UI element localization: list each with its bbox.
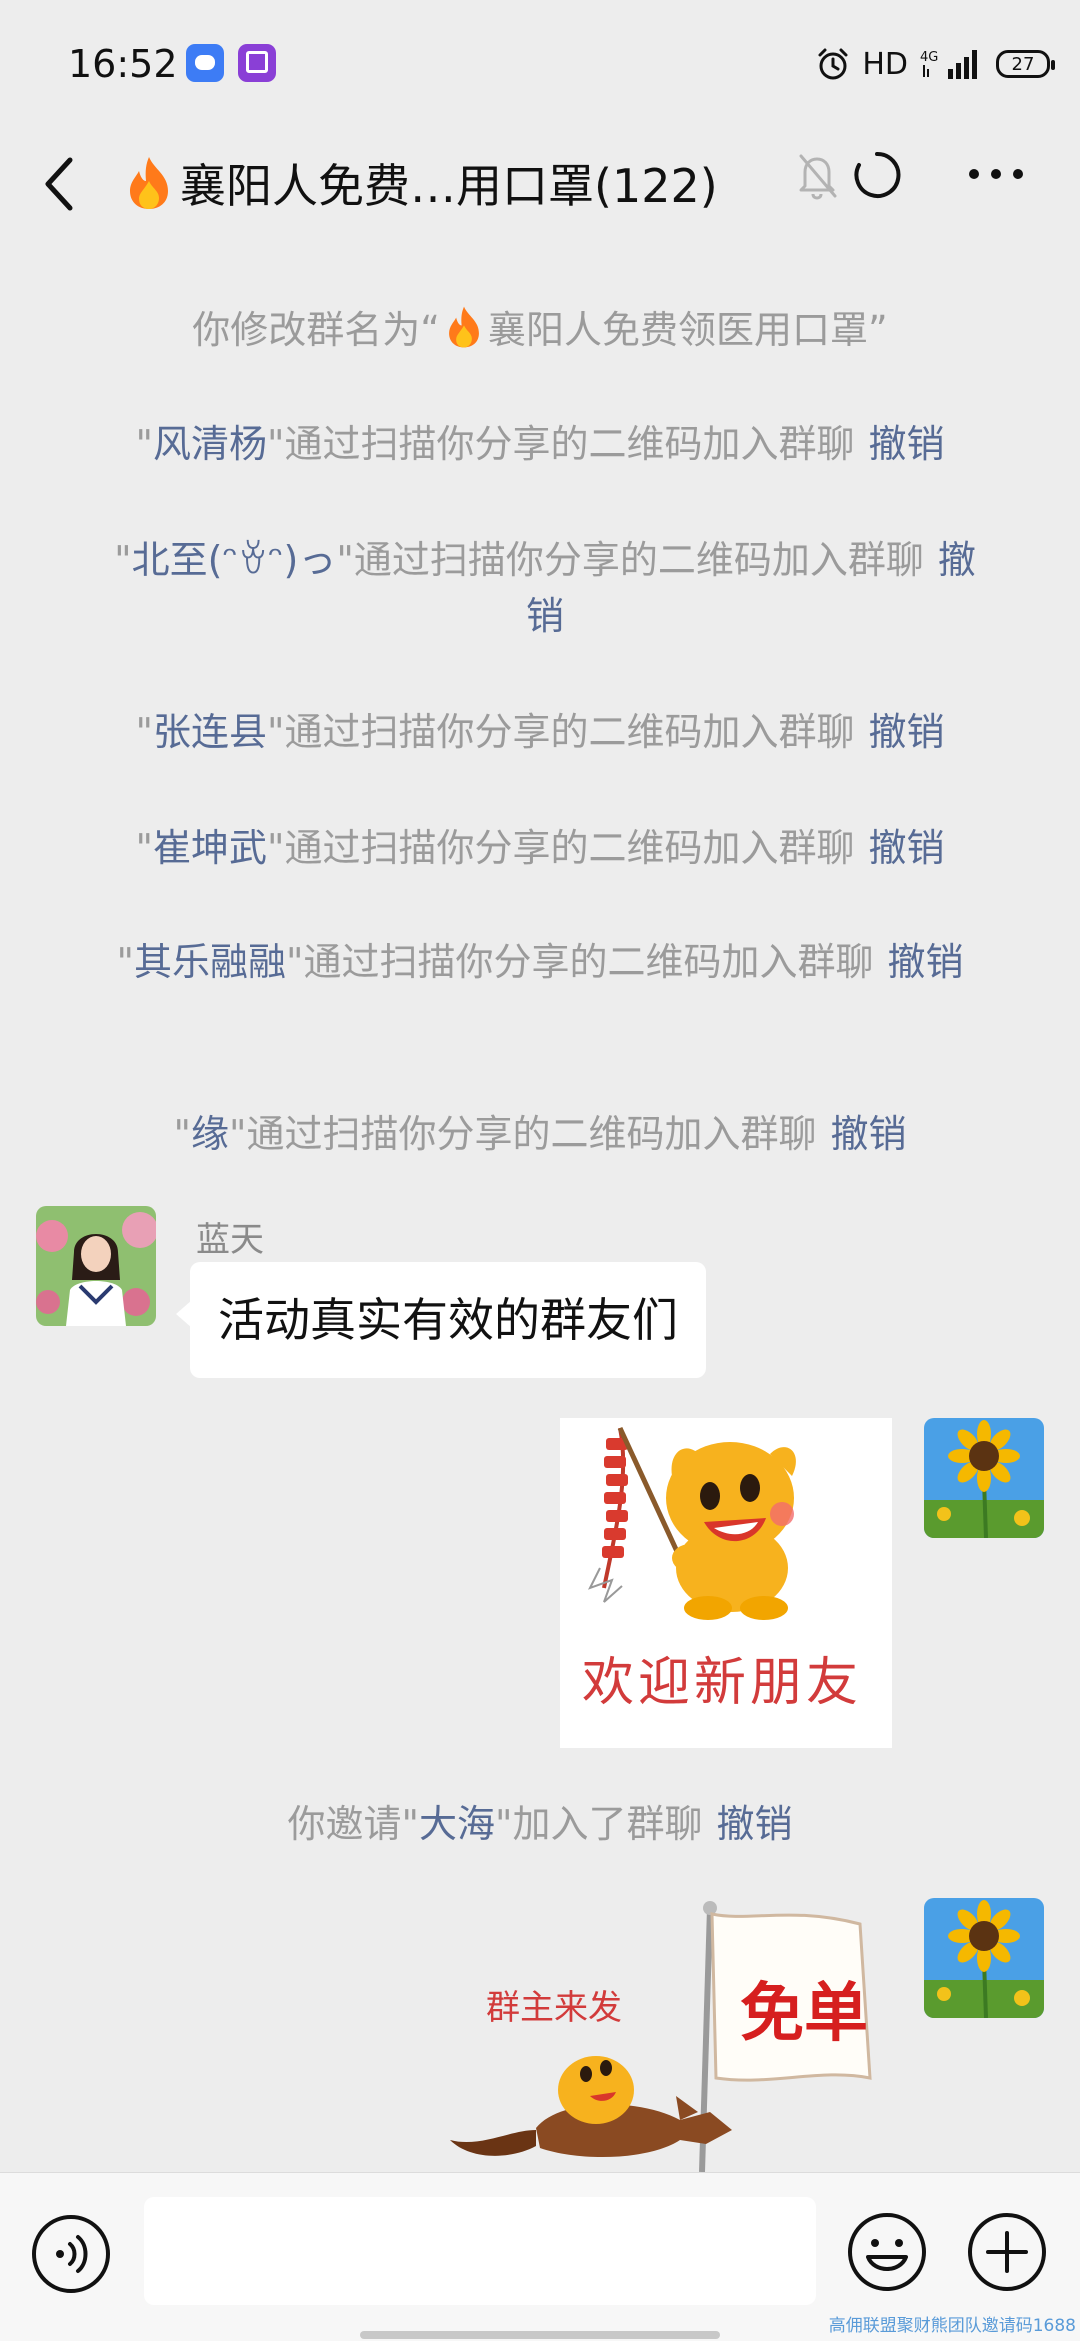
fire-icon [449, 306, 479, 348]
status-indicators: HD 4G 27 [816, 44, 1055, 84]
revoke-link[interactable]: 撤销 [830, 1112, 906, 1156]
plus-icon[interactable] [966, 2211, 1048, 2293]
status-time: 16:52 [68, 42, 178, 86]
hd-indicator: HD [862, 46, 908, 82]
mute-bell-icon [799, 154, 837, 200]
revoke-link[interactable]: 撤销 [868, 422, 944, 466]
sticker-flag-text: 免单 [740, 1976, 868, 2051]
free-order-sticker[interactable]: 群主来发 免单 [440, 1898, 892, 2172]
quote-mark: " [135, 826, 153, 870]
message-input[interactable] [144, 2197, 816, 2305]
system-text: "加入了群聊 [495, 1802, 703, 1846]
signal-icon: 4G [920, 50, 977, 79]
system-message-join: "张连县"通过扫描你分享的二维码加入群聊 撤销 [90, 704, 990, 760]
system-message-join: "北至(ᵔꈊᵔ)っ"通过扫描你分享的二维码加入群聊 撤销 [110, 532, 980, 644]
more-icon[interactable] [966, 166, 1026, 182]
quote-mark: " [135, 710, 153, 754]
my-avatar[interactable] [924, 1898, 1044, 2018]
chat-title: 襄阳人免费…用口罩(122) [180, 159, 718, 213]
member-name-link[interactable]: 其乐融融 [134, 940, 286, 984]
chat-title-row[interactable]: 襄阳人免费…用口罩(122) [124, 146, 718, 220]
quote-mark: " [135, 422, 153, 466]
system-message-join: "崔坤武"通过扫描你分享的二维码加入群聊 撤销 [90, 820, 990, 876]
system-message-join: "风清杨"通过扫描你分享的二维码加入群聊 撤销 [90, 416, 990, 472]
member-name-link[interactable]: 北至(ᵔꈊᵔ)っ [132, 538, 337, 582]
sticker-caption-left: 群主来发 [486, 1988, 622, 2028]
system-text: 你修改群名为“ [192, 308, 440, 352]
notification-app-icon [186, 44, 224, 82]
system-text: "通过扫描你分享的二维码加入群聊 [336, 538, 924, 582]
voice-icon[interactable] [30, 2213, 112, 2295]
watermark: 高佣联盟聚财熊团队邀请码1688 [828, 2316, 1076, 2336]
system-text: ” [868, 308, 888, 352]
revoke-link[interactable]: 撤销 [887, 940, 963, 984]
battery-icon: 27 [996, 50, 1055, 78]
welcome-sticker[interactable]: 欢迎新朋友 [560, 1418, 892, 1748]
back-icon[interactable] [40, 152, 80, 216]
system-text: "通过扫描你分享的二维码加入群聊 [267, 710, 855, 754]
revoke-link[interactable]: 撤销 [716, 1802, 792, 1846]
home-indicator [360, 2331, 720, 2339]
system-text: "通过扫描你分享的二维码加入群聊 [267, 826, 855, 870]
member-name-link[interactable]: 张连县 [153, 710, 267, 754]
svg-text:4G: 4G [920, 50, 938, 65]
sender-name: 蓝天 [196, 1220, 264, 1260]
system-text: 你邀请" [287, 1802, 419, 1846]
revoke-link[interactable]: 撤销 [868, 710, 944, 754]
alarm-icon [818, 48, 848, 80]
sender-avatar[interactable] [36, 1206, 156, 1326]
emoji-icon[interactable] [846, 2211, 928, 2293]
message-bubble[interactable]: 活动真实有效的群友们 [176, 1262, 706, 1378]
sticker-caption: 欢迎新朋友 [582, 1653, 863, 1713]
my-avatar[interactable] [924, 1418, 1044, 1538]
status-bar: 16:52 HD 4G 27 [0, 0, 1080, 130]
fire-icon [130, 157, 168, 209]
system-message-rename: 你修改群名为“ 襄阳人免费领医用口罩” [90, 302, 990, 358]
system-message-invite: 你邀请"大海"加入了群聊 撤销 [90, 1796, 990, 1852]
notification-app2-icon [238, 44, 276, 82]
system-text: "通过扫描你分享的二维码加入群聊 [267, 422, 855, 466]
loading-icon [854, 151, 901, 198]
system-message-join: "缘"通过扫描你分享的二维码加入群聊 撤销 [90, 1106, 990, 1162]
group-name: 襄阳人免费领医用口罩 [487, 308, 868, 352]
quote-mark: " [116, 940, 134, 984]
system-text: "通过扫描你分享的二维码加入群聊 [229, 1112, 817, 1156]
quote-mark: " [173, 1112, 191, 1156]
revoke-link[interactable]: 撤销 [868, 826, 944, 870]
system-message-join: "其乐融融"通过扫描你分享的二维码加入群聊 撤销 [92, 934, 988, 990]
quote-mark: " [114, 538, 132, 582]
system-text: "通过扫描你分享的二维码加入群聊 [286, 940, 874, 984]
member-name-link[interactable]: 风清杨 [153, 422, 267, 466]
member-name-link[interactable]: 缘 [191, 1112, 229, 1156]
member-name-link[interactable]: 崔坤武 [153, 826, 267, 870]
member-name-link[interactable]: 大海 [419, 1802, 495, 1846]
chat-header: 襄阳人免费…用口罩(122) [0, 130, 1080, 240]
